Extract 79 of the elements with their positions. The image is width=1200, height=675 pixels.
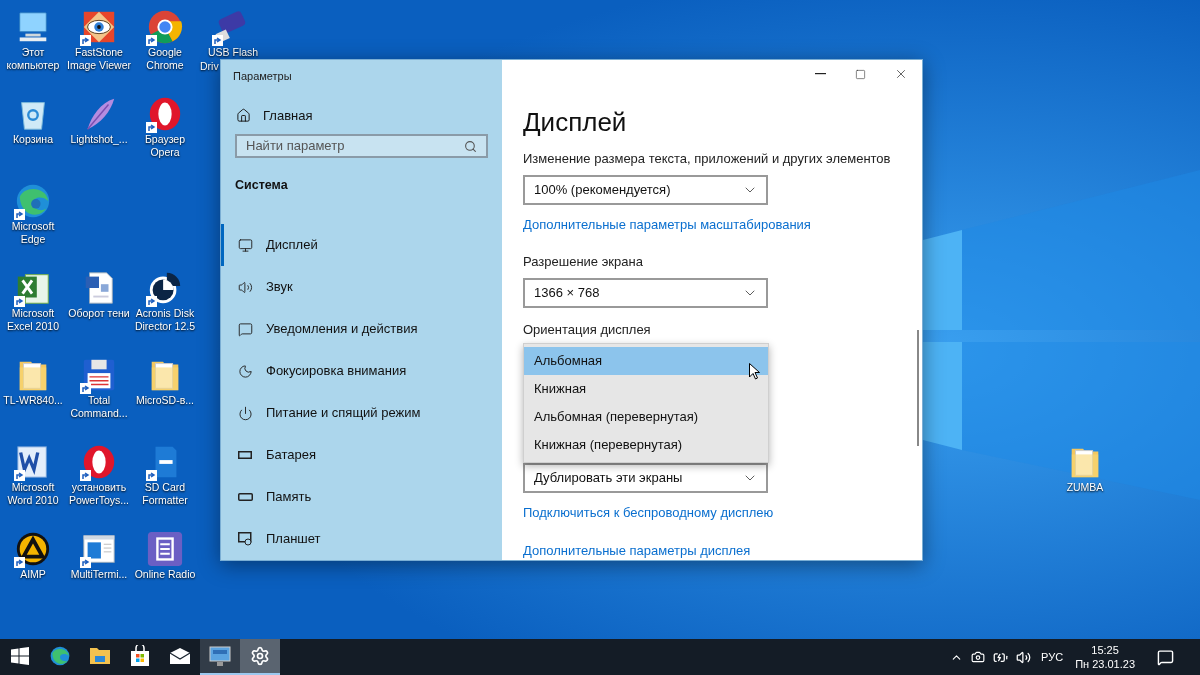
field-label: Разрешение экрана bbox=[523, 253, 644, 271]
desktop-icon-label[interactable]: Браузер Opera bbox=[144, 133, 186, 159]
settings-icon bbox=[250, 646, 270, 666]
desktop-icon-label[interactable]: SD Card Formatter bbox=[142, 481, 188, 507]
scrollbar-thumb[interactable] bbox=[917, 330, 919, 446]
search-icon bbox=[464, 139, 477, 153]
section-heading: Система bbox=[234, 177, 289, 195]
folder-icon bbox=[89, 646, 111, 666]
menu-option[interactable]: Книжная (перевернутая) bbox=[524, 431, 768, 459]
desktop-icon-label[interactable]: AIMP bbox=[20, 568, 46, 581]
shopping-bag-icon bbox=[130, 645, 150, 667]
drive-icon bbox=[238, 493, 253, 501]
power-icon bbox=[238, 405, 253, 421]
notification-icon[interactable] bbox=[1157, 648, 1174, 666]
desktop-icon-label[interactable]: установить PowerToys... bbox=[68, 481, 130, 507]
edge-icon bbox=[49, 645, 71, 667]
desktop-icon-label[interactable]: Lightshot_... bbox=[70, 133, 128, 146]
resolution-dropdown[interactable]: 1366 × 768 bbox=[523, 277, 768, 308]
menu-option[interactable]: Альбомная bbox=[524, 347, 768, 375]
language-indicator[interactable]: РУС bbox=[1041, 648, 1064, 666]
desktop-icon-label[interactable]: Acronis Disk Director 12.5 bbox=[134, 307, 196, 333]
link[interactable]: Дополнительные параметры масштабирования bbox=[523, 214, 922, 234]
desktop-icon-label[interactable]: TL-WR840... bbox=[3, 394, 63, 407]
desktop-icon-label[interactable]: Microsoft Excel 2010 bbox=[7, 307, 59, 333]
maximize-icon bbox=[854, 68, 866, 80]
nav-item[interactable]: Батарея bbox=[221, 434, 502, 476]
moon-icon bbox=[238, 363, 253, 379]
menu-option[interactable]: Альбомная (перевернутая) bbox=[524, 403, 768, 431]
triangle-logo-icon bbox=[14, 530, 52, 568]
link[interactable]: Подключиться к беспроводному дисплею bbox=[523, 503, 922, 523]
windows-logo-icon bbox=[11, 647, 29, 665]
home-nav-item[interactable]: Главная bbox=[221, 104, 502, 127]
search-field[interactable]: Найти параметр bbox=[235, 133, 488, 159]
minimize-icon bbox=[814, 73, 826, 75]
desktop-icon-label[interactable]: Оборот тени bbox=[68, 307, 130, 320]
nav-item[interactable]: Память bbox=[221, 476, 502, 518]
desktop-icon-label[interactable]: FastStone Image Viewer bbox=[67, 46, 131, 72]
link[interactable]: Дополнительные параметры дисплея bbox=[523, 540, 922, 560]
nav-item[interactable]: Фокусировка внимания bbox=[221, 350, 502, 392]
multiple-displays-dropdown[interactable]: Дублировать эти экраны bbox=[523, 463, 768, 493]
taskbar-button[interactable] bbox=[200, 639, 240, 675]
desktop-icon-label[interactable]: Корзина bbox=[13, 133, 53, 146]
menu-option[interactable]: Книжная bbox=[524, 375, 768, 403]
home-icon bbox=[236, 108, 251, 124]
battery-icon bbox=[238, 450, 253, 460]
message-icon bbox=[238, 321, 253, 337]
desktop-icon-label[interactable]: Driv bbox=[200, 60, 219, 72]
desktop-icon-label[interactable]: Этот компьютер bbox=[6, 46, 60, 72]
desktop-icon-label[interactable]: Google Chrome bbox=[146, 46, 184, 72]
desktop-icon-label[interactable]: USB Flash bbox=[208, 46, 259, 58]
edge-icon bbox=[14, 182, 52, 220]
clock[interactable]: 15:25 Пн 23.01.23 bbox=[1075, 643, 1135, 671]
desktop-icon-label[interactable]: Total Command... bbox=[70, 394, 128, 420]
nav-item[interactable]: Уведомления и действия bbox=[221, 308, 502, 350]
field-label: Изменение размера текста, приложений и других элементов bbox=[523, 150, 892, 168]
desktop-icon-label[interactable]: MultiTermi... bbox=[70, 568, 128, 581]
nav-item[interactable]: Планшет bbox=[221, 518, 502, 560]
desktop-icon-label[interactable]: Online Radio bbox=[134, 568, 196, 581]
mouse-cursor-icon bbox=[749, 363, 760, 380]
desktop-icon-label[interactable]: Microsoft Edge bbox=[11, 220, 55, 246]
chrome-icon bbox=[146, 8, 184, 46]
page-title: Дисплей bbox=[523, 106, 628, 138]
nav-item[interactable]: Звук bbox=[221, 266, 502, 308]
desktop-icon-label[interactable]: ZUMBA bbox=[1066, 481, 1104, 494]
field-label: Ориентация дисплея bbox=[523, 320, 652, 339]
desktop-icon-label[interactable]: Microsoft Word 2010 bbox=[7, 481, 59, 507]
mail-icon bbox=[169, 648, 191, 664]
scale-dropdown[interactable]: 100% (рекомендуется) bbox=[523, 174, 768, 205]
speaker-icon bbox=[238, 279, 253, 295]
desktop-icon-label[interactable]: MicroSD-в... bbox=[135, 394, 195, 407]
window-title: Параметры bbox=[232, 69, 293, 84]
camera-icon[interactable] bbox=[971, 650, 986, 664]
taskbar-button[interactable] bbox=[240, 639, 280, 675]
monitor-icon bbox=[208, 644, 232, 668]
monitor-icon bbox=[238, 237, 253, 253]
volume-icon[interactable] bbox=[1016, 649, 1032, 665]
nav-item[interactable]: Питание и спящий режим bbox=[221, 392, 502, 434]
tablet-icon bbox=[238, 532, 253, 546]
close-icon bbox=[894, 67, 908, 81]
